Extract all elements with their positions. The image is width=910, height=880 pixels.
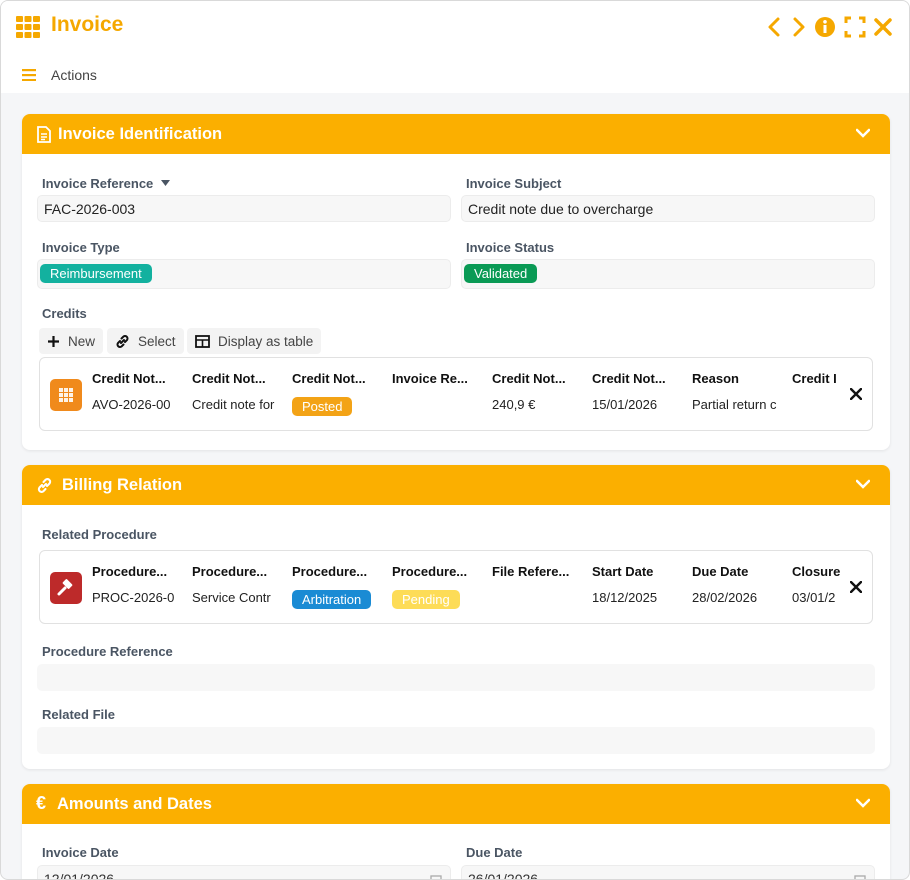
credit-cell: 15/01/2026 [592,397,658,412]
grid-icon [16,16,40,38]
amounts-dates-header[interactable]: € Amounts and Dates [22,784,890,824]
remove-icon[interactable] [850,388,862,400]
caret-down-icon[interactable] [161,180,170,186]
invoice-type-label: Invoice Type [42,240,120,255]
validated-badge: Validated [464,264,538,283]
plus-icon [48,335,59,347]
credit-col-header: Credit Not... [92,371,166,386]
panel-title: Billing Relation [62,476,183,494]
invoice-type-field[interactable]: Reimbursement [37,259,451,289]
procedure-reference-field[interactable] [37,664,875,691]
credit-cell: AVO-2026-00 [92,397,171,412]
select-label: Select [138,333,176,349]
chevron-down-icon[interactable] [856,798,870,808]
credit-cell: 240,9 € [492,397,536,412]
actions-menu[interactable]: Actions [51,67,97,83]
procedure-card[interactable]: Procedure... Procedure... Procedure... P… [39,550,873,624]
credit-col-header: Credit Not... [592,371,666,386]
invoice-identification-header[interactable]: Invoice Identification [22,114,890,154]
actions-bar: Actions [1,53,909,93]
due-date-field[interactable]: 26/01/2026 [461,865,875,879]
reimbursement-badge: Reimbursement [40,264,152,283]
invoice-reference-field[interactable]: FAC-2026-003 [37,195,451,222]
procedure-cell: Pending [392,590,460,609]
title-bar: Invoice [1,1,909,53]
euro-icon: € [36,793,47,813]
billing-relation-panel: Billing Relation Related Procedure Proce… [22,465,890,769]
procedure-col-header: Procedure... [192,564,268,579]
calendar-icon[interactable] [430,874,442,880]
document-icon [37,126,51,143]
next-icon[interactable] [787,15,809,39]
credits-label: Credits [42,306,87,321]
new-credit-button[interactable]: New [39,328,104,354]
procedure-cell: Arbitration [292,590,372,609]
gavel-icon [50,572,82,604]
table-icon [195,334,210,348]
menu-icon[interactable] [22,69,36,81]
procedure-reference-label: Procedure Reference [42,644,173,659]
credit-col-header: Reason [692,371,739,386]
arbitration-badge: Arbitration [292,590,372,609]
credit-col-header: Credit I [792,371,837,386]
invoice-subject-label: Invoice Subject [466,176,562,191]
panel-title: Invoice Identification [58,125,223,143]
pending-badge: Pending [392,590,460,609]
related-procedure-label: Related Procedure [42,527,157,542]
amounts-dates-panel: € Amounts and Dates Invoice Date 12/01/2… [22,784,890,880]
procedure-col-header: Start Date [592,564,654,579]
credit-cell: Posted [292,397,353,416]
fullscreen-icon[interactable] [844,15,866,39]
procedure-col-header: Due Date [692,564,749,579]
billing-relation-header[interactable]: Billing Relation [22,465,890,505]
invoice-subject-field[interactable]: Credit note due to overcharge [461,195,875,222]
new-label: New [68,333,96,349]
posted-badge: Posted [292,397,353,416]
window-title: Invoice [51,13,124,36]
credit-col-header: Credit Not... [292,371,366,386]
procedure-cell: 28/02/2026 [692,590,758,605]
select-credit-button[interactable]: Select [107,328,184,354]
close-icon[interactable] [872,15,894,39]
invoice-status-field[interactable]: Validated [461,259,875,289]
link-icon [116,334,129,348]
procedure-cell: Service Contr [192,590,271,605]
credit-card[interactable]: Credit Not... Credit Not... Credit Not..… [39,357,873,431]
info-icon[interactable] [814,15,836,39]
panel-title: Amounts and Dates [57,795,212,813]
display-as-table-label: Display as table [218,333,314,349]
previous-icon[interactable] [764,15,786,39]
display-as-table-button[interactable]: Display as table [187,328,322,354]
related-file-field[interactable] [37,727,875,754]
link-icon [37,478,52,493]
procedure-col-header: Procedure... [292,564,368,579]
procedure-col-header: Procedure... [92,564,168,579]
grid-icon [50,379,82,411]
due-date-label: Due Date [466,845,523,860]
procedure-cell: 18/12/2025 [592,590,658,605]
credit-col-header: Credit Not... [192,371,266,386]
procedure-col-header: File Refere... [492,564,570,579]
invoice-identification-panel: Invoice Identification Invoice Reference… [22,114,890,450]
procedure-col-header: Closure [792,564,840,579]
related-file-label: Related File [42,707,115,722]
invoice-reference-label: Invoice Reference [42,176,154,191]
calendar-icon[interactable] [854,874,866,880]
credit-col-header: Credit Not... [492,371,566,386]
invoice-status-label: Invoice Status [466,240,555,255]
credit-col-header: Invoice Re... [392,371,468,386]
procedure-cell: 03/01/2 [792,590,836,605]
invoice-date-field[interactable]: 12/01/2026 [37,865,451,879]
credit-cell: Credit note for [192,397,275,412]
chevron-down-icon[interactable] [856,479,870,489]
invoice-date-label: Invoice Date [42,845,119,860]
remove-icon[interactable] [850,581,862,593]
invoice-window: Invoice Actions Invoice Identification I… [0,0,910,880]
procedure-cell: PROC-2026-0 [92,590,175,605]
chevron-down-icon[interactable] [856,128,870,138]
procedure-col-header: Procedure... [392,564,468,579]
credit-cell: Partial return c [692,397,777,412]
